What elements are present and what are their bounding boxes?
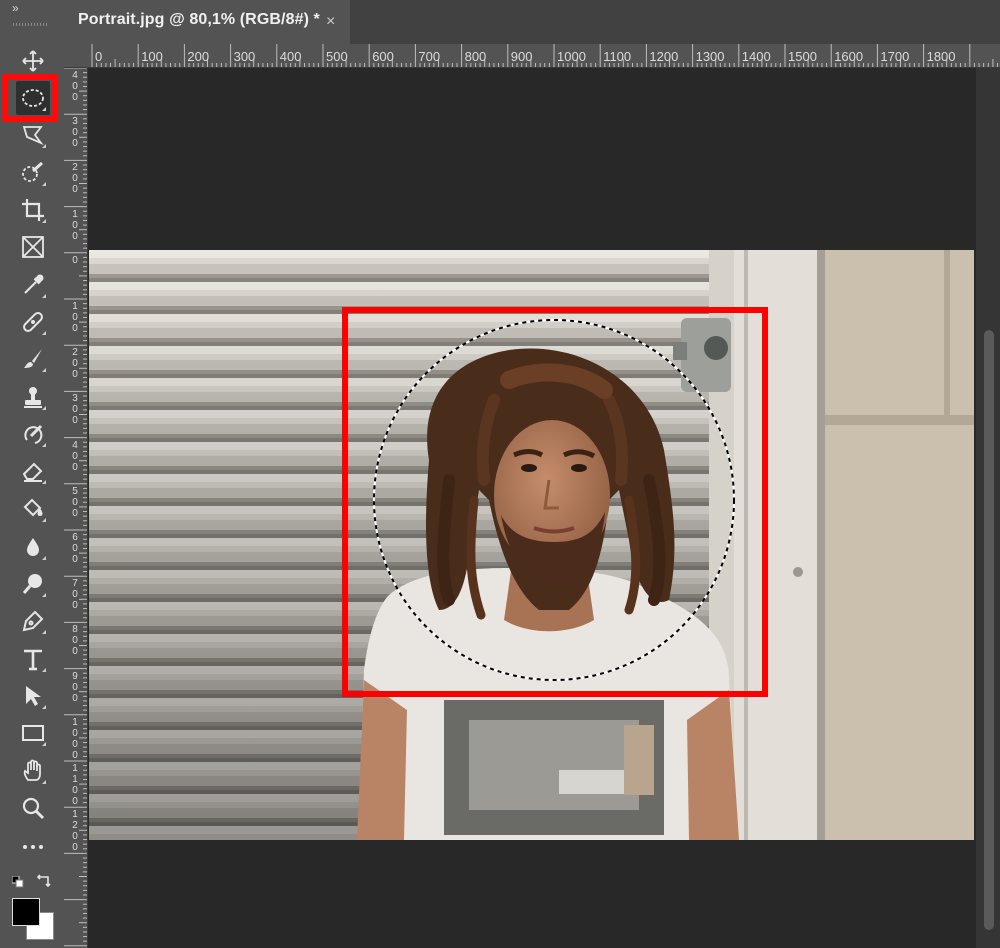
ruler-label: 500 (72, 485, 78, 519)
pen-tool[interactable] (16, 604, 50, 638)
history-brush-tool[interactable] (16, 417, 50, 451)
close-tab-button[interactable]: × (326, 13, 335, 31)
swap-colors-icon[interactable] (36, 872, 52, 888)
eraser-tool[interactable] (16, 454, 50, 488)
ruler-label: 0 (95, 49, 103, 64)
ruler-label: 1500 (788, 49, 817, 64)
ruler-label: 1300 (695, 49, 725, 64)
healing-brush-tool[interactable] (16, 305, 50, 339)
ruler-label: 1200 (649, 49, 679, 64)
brush-tool[interactable] (16, 342, 50, 376)
ruler-label: 1400 (741, 49, 771, 64)
document-tab-title: Portrait.jpg @ 80,1% (RGB/8#) * (78, 11, 320, 28)
ruler-label: 1700 (880, 49, 910, 64)
ruler-label: 600 (372, 49, 394, 64)
horizontal-ruler[interactable]: 0 100 200 300 400 500 600 700 800 900 1000 1100 1200… (64, 44, 1000, 68)
collapse-panel-button[interactable]: » (12, 1, 19, 15)
move-tool[interactable] (16, 44, 50, 78)
path-selection-tool[interactable] (16, 679, 50, 713)
ruler-label: 700 (418, 49, 441, 64)
ruler-label: 300 (72, 393, 78, 427)
color-swatches (8, 872, 58, 942)
panel-grip[interactable] (13, 23, 49, 26)
paint-bucket-tool[interactable] (16, 492, 50, 526)
blur-tool[interactable] (16, 530, 50, 564)
ruler-label: 1800 (926, 49, 956, 64)
ruler-label: 400 (72, 439, 78, 473)
ruler-label: 400 (279, 49, 302, 64)
ruler-label: 200 (187, 49, 210, 64)
tool-highlight-box (2, 74, 58, 122)
eyedropper-tool[interactable] (16, 268, 50, 302)
ruler-label: 400 (72, 70, 78, 103)
ruler-label: 500 (326, 49, 348, 64)
ruler-label: 200 (72, 162, 78, 196)
crop-tool[interactable] (16, 193, 50, 227)
dodge-tool[interactable] (16, 567, 50, 601)
ruler-label: 0 (72, 254, 78, 266)
ruler-label: 1000 (72, 716, 78, 761)
ruler-label: 1000 (557, 49, 586, 64)
document-tab[interactable]: Portrait.jpg @ 80,1% (RGB/8#) * × (64, 0, 350, 44)
ruler-label: 1100 (603, 49, 632, 64)
zoom-tool[interactable] (16, 791, 50, 825)
rectangle-tool[interactable] (16, 716, 50, 750)
frame-icon (22, 236, 44, 258)
ruler-label: 700 (72, 578, 78, 612)
tools-panel: » (0, 0, 64, 948)
ruler-label: 900 (510, 49, 533, 64)
quick-selection-tool[interactable] (16, 156, 50, 190)
frame-tool[interactable] (16, 230, 50, 264)
move-icon (22, 50, 44, 72)
ruler-label: 100 (72, 301, 78, 334)
clone-stamp-tool[interactable] (16, 380, 50, 414)
ruler-label: 300 (233, 49, 256, 64)
ruler-label: 200 (72, 347, 78, 381)
default-colors-icon[interactable] (12, 876, 24, 888)
ruler-label: 1100 (72, 763, 78, 807)
type-tool[interactable] (16, 642, 50, 676)
ruler-label: 800 (72, 624, 78, 658)
ruler-label: 100 (141, 49, 163, 64)
edit-toolbar-button[interactable] (16, 830, 50, 864)
vertical-ruler[interactable]: 4003002001000100200300400500600700800900… (64, 68, 88, 948)
foreground-color-swatch[interactable] (12, 898, 40, 926)
ruler-label: 900 (72, 670, 78, 704)
ruler-label: 1200 (72, 809, 78, 854)
lasso-tool[interactable] (16, 118, 50, 152)
hand-tool[interactable] (16, 754, 50, 788)
ruler-label: 100 (72, 208, 78, 242)
ruler-label: 1600 (834, 49, 864, 64)
zoom-icon (22, 797, 45, 820)
document-tab-bar: Portrait.jpg @ 80,1% (RGB/8#) * × (64, 0, 1000, 44)
scrollbar-thumb[interactable] (984, 330, 994, 930)
more-icon (23, 845, 43, 849)
ruler-label: 300 (72, 116, 78, 150)
selection-highlight-box (342, 307, 768, 697)
ruler-label: 600 (72, 532, 78, 565)
ruler-label: 800 (464, 49, 487, 64)
